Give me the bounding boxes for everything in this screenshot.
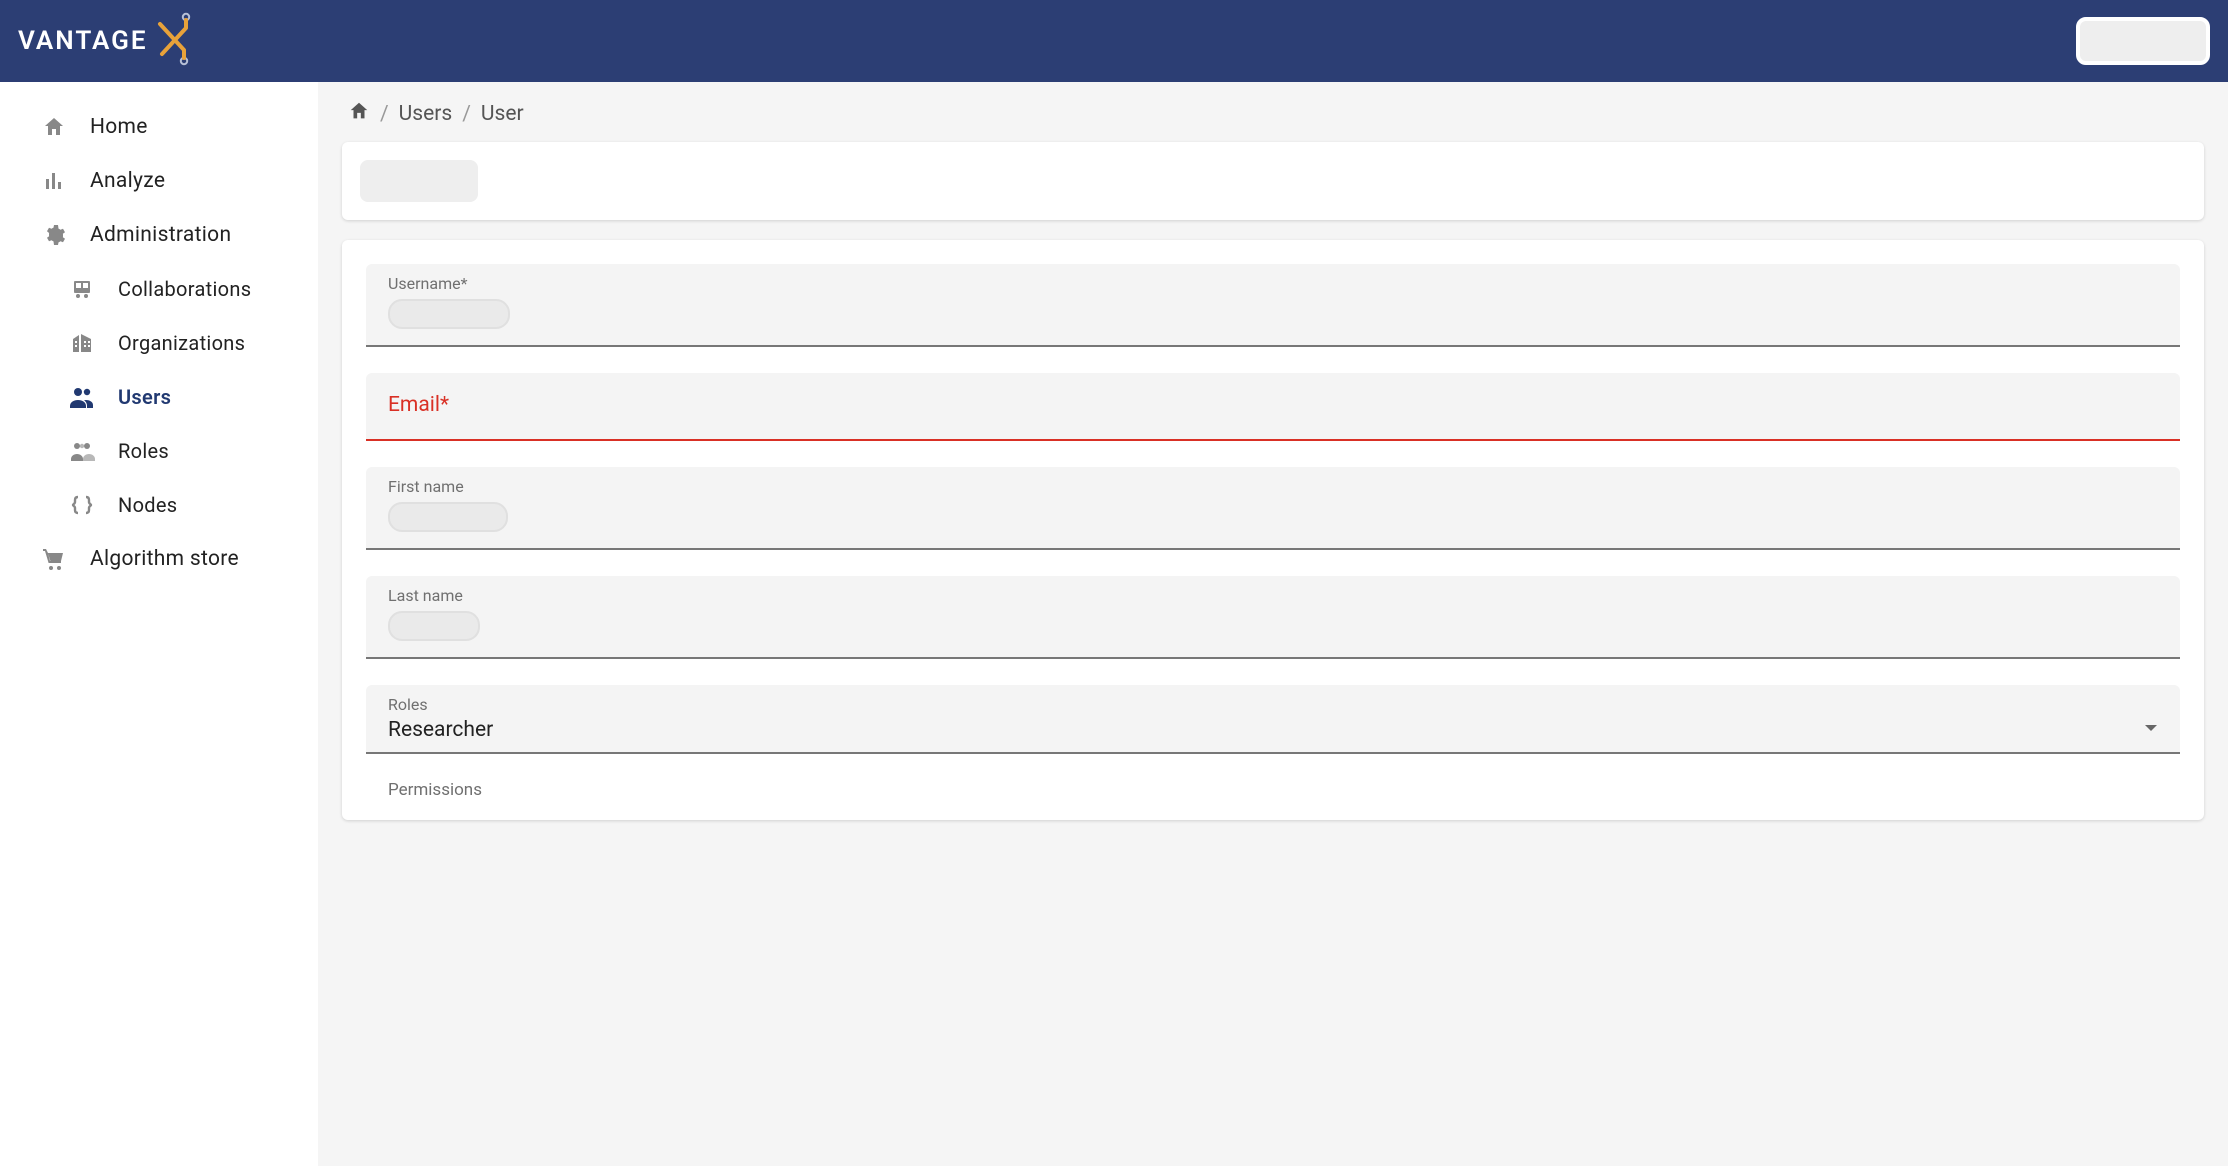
sidebar-item-administration[interactable]: Administration: [0, 208, 318, 262]
roles-field[interactable]: Roles Researcher: [366, 685, 2180, 754]
sidebar-item-organizations[interactable]: Organizations: [0, 316, 318, 370]
building-icon: [68, 330, 96, 356]
brand-glyph-icon: [156, 10, 192, 72]
sidebar-item-algorithm-store[interactable]: Algorithm store: [0, 532, 318, 586]
firstname-value-placeholder: [388, 502, 508, 532]
sidebar-item-collaborations[interactable]: Collaborations: [0, 262, 318, 316]
chevron-down-icon: [2144, 719, 2158, 738]
bus-icon: [68, 276, 96, 302]
brand-logo[interactable]: VANTAGE: [18, 10, 192, 72]
sidebar-item-analyze[interactable]: Analyze: [0, 154, 318, 208]
sidebar-item-label: Collaborations: [118, 277, 251, 301]
bar-chart-icon: [40, 168, 68, 194]
sidebar-item-label: Nodes: [118, 493, 177, 517]
sidebar-item-label: Analyze: [90, 169, 165, 193]
sidebar-item-label: Administration: [90, 223, 231, 247]
main-content: / Users / User Username* Email* First na…: [318, 82, 2228, 1166]
gear-icon: [40, 222, 68, 248]
sidebar-item-label: Home: [90, 115, 148, 139]
sidebar-item-label: Organizations: [118, 331, 245, 355]
roles-label: Roles: [388, 695, 2158, 714]
roles-icon: [68, 438, 96, 464]
username-value-placeholder: [388, 299, 510, 329]
sidebar-item-label: Users: [118, 385, 171, 409]
sidebar-item-label: Roles: [118, 439, 169, 463]
breadcrumb-sep: /: [462, 102, 471, 126]
users-icon: [68, 384, 96, 410]
user-form-card: Username* Email* First name Last name Ro…: [342, 240, 2204, 820]
roles-value: Researcher: [388, 718, 493, 742]
page-title-placeholder: [360, 160, 478, 202]
cart-icon: [40, 546, 68, 572]
firstname-label: First name: [388, 477, 2158, 496]
header-action-button[interactable]: [2076, 17, 2210, 65]
permissions-label: Permissions: [366, 780, 2180, 810]
breadcrumb-current: User: [481, 102, 524, 126]
breadcrumb-home-icon[interactable]: [348, 100, 370, 128]
breadcrumb-users[interactable]: Users: [399, 102, 453, 126]
breadcrumb-sep: /: [380, 102, 389, 126]
sidebar-item-label: Algorithm store: [90, 547, 239, 571]
sidebar-item-roles[interactable]: Roles: [0, 424, 318, 478]
brand-name: VANTAGE: [18, 26, 148, 56]
breadcrumb: / Users / User: [342, 100, 2204, 128]
page-title-card: [342, 142, 2204, 220]
sidebar-item-users[interactable]: Users: [0, 370, 318, 424]
sidebar-item-nodes[interactable]: Nodes: [0, 478, 318, 532]
lastname-field[interactable]: Last name: [366, 576, 2180, 659]
home-icon: [40, 114, 68, 140]
app-header: VANTAGE: [0, 0, 2228, 82]
sidebar: Home Analyze Administration Collaboratio…: [0, 82, 318, 1166]
lastname-label: Last name: [388, 586, 2158, 605]
lastname-value-placeholder: [388, 611, 480, 641]
firstname-field[interactable]: First name: [366, 467, 2180, 550]
email-label: Email*: [388, 383, 2158, 427]
braces-icon: [68, 492, 96, 518]
username-field[interactable]: Username*: [366, 264, 2180, 347]
sidebar-item-home[interactable]: Home: [0, 100, 318, 154]
email-field[interactable]: Email*: [366, 373, 2180, 441]
username-label: Username*: [388, 274, 2158, 293]
